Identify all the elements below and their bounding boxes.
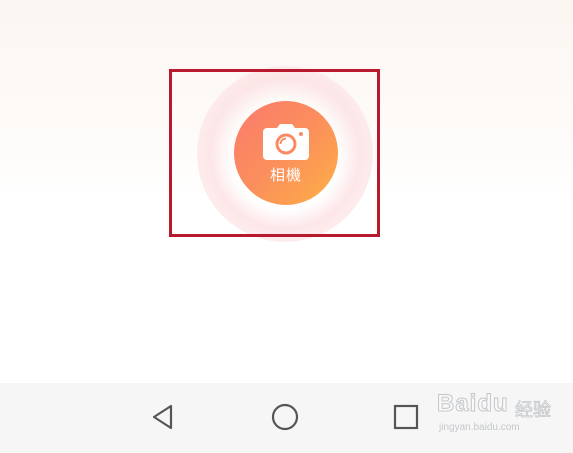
highlight-annotation-box [169, 69, 380, 237]
home-button[interactable] [268, 400, 302, 434]
watermark-logo: Baidu [437, 390, 509, 418]
home-screen: 相機 Baidu 经验 jingyan.baidu.com [0, 0, 573, 453]
watermark-url: jingyan.baidu.com [439, 422, 520, 433]
home-circle-icon [271, 403, 299, 431]
recent-square-icon [393, 404, 419, 430]
back-button[interactable] [146, 400, 180, 434]
baidu-jingyan-watermark: Baidu 经验 jingyan.baidu.com [437, 386, 567, 438]
watermark-subtitle: 经验 [515, 400, 552, 422]
recent-apps-button[interactable] [389, 400, 423, 434]
back-triangle-icon [152, 404, 173, 430]
